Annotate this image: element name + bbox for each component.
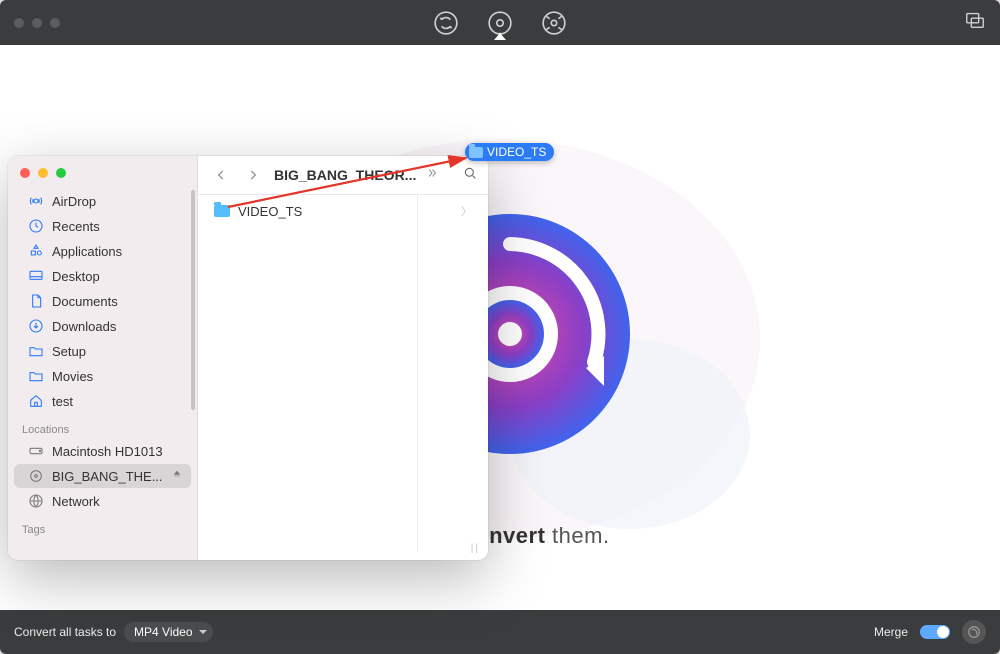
sidebar-item-label: Macintosh HD1013 — [52, 444, 163, 459]
chevron-right-icon: 〉 — [461, 203, 472, 219]
minimize-dot[interactable] — [32, 18, 42, 28]
search-button[interactable] — [462, 165, 478, 186]
sidebar-item-label: Recents — [52, 219, 100, 234]
close-dot[interactable] — [20, 168, 30, 178]
sidebar-item-label: Documents — [52, 294, 118, 309]
finder-window: AirDrop Recents Applications Desktop Doc… — [8, 156, 488, 560]
sidebar-item-label: test — [52, 394, 73, 409]
dvd-icon[interactable] — [538, 7, 570, 39]
hdd-icon — [28, 443, 44, 459]
zoom-dot[interactable] — [50, 18, 60, 28]
item-label: VIDEO_TS — [238, 204, 302, 219]
download-icon — [28, 318, 44, 334]
sidebar-item-downloads[interactable]: Downloads — [14, 314, 191, 338]
sidebar-item-setup[interactable]: Setup — [14, 339, 191, 363]
folder-icon — [469, 147, 483, 158]
column-resize-handle[interactable]: || — [471, 543, 480, 554]
sidebar-item-label: Applications — [52, 244, 122, 259]
sidebar-item-desktop[interactable]: Desktop — [14, 264, 191, 288]
sidebar-item-test[interactable]: test — [14, 389, 191, 413]
close-dot[interactable] — [14, 18, 24, 28]
sidebar-item-label: Downloads — [52, 319, 116, 334]
topbar-center — [0, 0, 1000, 45]
sidebar-item-label: Desktop — [52, 269, 100, 284]
sidebar-item-macintosh-hd[interactable]: Macintosh HD1013 — [14, 439, 191, 463]
sidebar-section-locations: Locations — [8, 414, 197, 438]
folder-icon — [214, 205, 230, 217]
finder-toolbar: BIG_BANG_THEOR... — [198, 156, 488, 194]
sidebar-item-documents[interactable]: Documents — [14, 289, 191, 313]
merge-label: Merge — [874, 625, 908, 639]
finder-window-controls — [8, 166, 197, 188]
sidebar-item-bigbang-disc[interactable]: BIG_BANG_THE... — [14, 464, 191, 488]
window-controls — [14, 18, 60, 28]
forward-button[interactable] — [240, 162, 266, 188]
drag-badge-label: VIDEO_TS — [487, 145, 546, 159]
finder-main: BIG_BANG_THEOR... VIDEO_TS 〉 || — [198, 156, 488, 560]
folder-icon — [28, 368, 44, 384]
column-divider[interactable] — [417, 195, 418, 552]
desktop-icon — [28, 268, 44, 284]
bottombar: Convert all tasks to MP4 Video Merge — [0, 610, 1000, 654]
eject-icon[interactable] — [171, 469, 183, 484]
finder-title: BIG_BANG_THEOR... — [274, 167, 416, 183]
list-item[interactable]: VIDEO_TS 〉 — [204, 197, 482, 225]
sidebar-item-label: Movies — [52, 369, 93, 384]
start-button[interactable] — [962, 620, 986, 644]
disc2-icon — [28, 468, 44, 484]
globe-icon — [28, 493, 44, 509]
doc-icon — [28, 293, 44, 309]
folder-icon — [28, 343, 44, 359]
sidebar-item-network[interactable]: Network — [14, 489, 191, 513]
convert-label: Convert all tasks to — [14, 625, 116, 639]
drag-badge: VIDEO_TS — [465, 143, 554, 161]
sidebar-item-label: Network — [52, 494, 100, 509]
playlist-icon[interactable] — [964, 9, 986, 36]
more-chevrons-icon[interactable] — [424, 166, 440, 185]
minimize-dot[interactable] — [38, 168, 48, 178]
sidebar-item-label: AirDrop — [52, 194, 96, 209]
sidebar-item-label: BIG_BANG_THE... — [52, 469, 163, 484]
disc-icon[interactable] — [484, 7, 516, 39]
instruction-suffix: them. — [545, 523, 609, 548]
sidebar-item-applications[interactable]: Applications — [14, 239, 191, 263]
sidebar-item-airdrop[interactable]: AirDrop — [14, 189, 191, 213]
zoom-dot[interactable] — [56, 168, 66, 178]
sidebar-item-recents[interactable]: Recents — [14, 214, 191, 238]
finder-content[interactable]: VIDEO_TS 〉 || — [198, 194, 488, 560]
sync-icon[interactable] — [430, 7, 462, 39]
home-icon — [28, 393, 44, 409]
clock-icon — [28, 218, 44, 234]
sidebar-item-label: Setup — [52, 344, 86, 359]
sidebar-section-tags: Tags — [8, 514, 197, 538]
topbar — [0, 0, 1000, 45]
format-select[interactable]: MP4 Video — [124, 622, 213, 642]
apps-icon — [28, 243, 44, 259]
merge-switch[interactable] — [920, 625, 950, 639]
finder-sidebar: AirDrop Recents Applications Desktop Doc… — [8, 156, 198, 560]
sidebar-item-movies[interactable]: Movies — [14, 364, 191, 388]
airdrop-icon — [28, 193, 44, 209]
sidebar-scrollbar[interactable] — [191, 190, 195, 410]
back-button[interactable] — [208, 162, 234, 188]
